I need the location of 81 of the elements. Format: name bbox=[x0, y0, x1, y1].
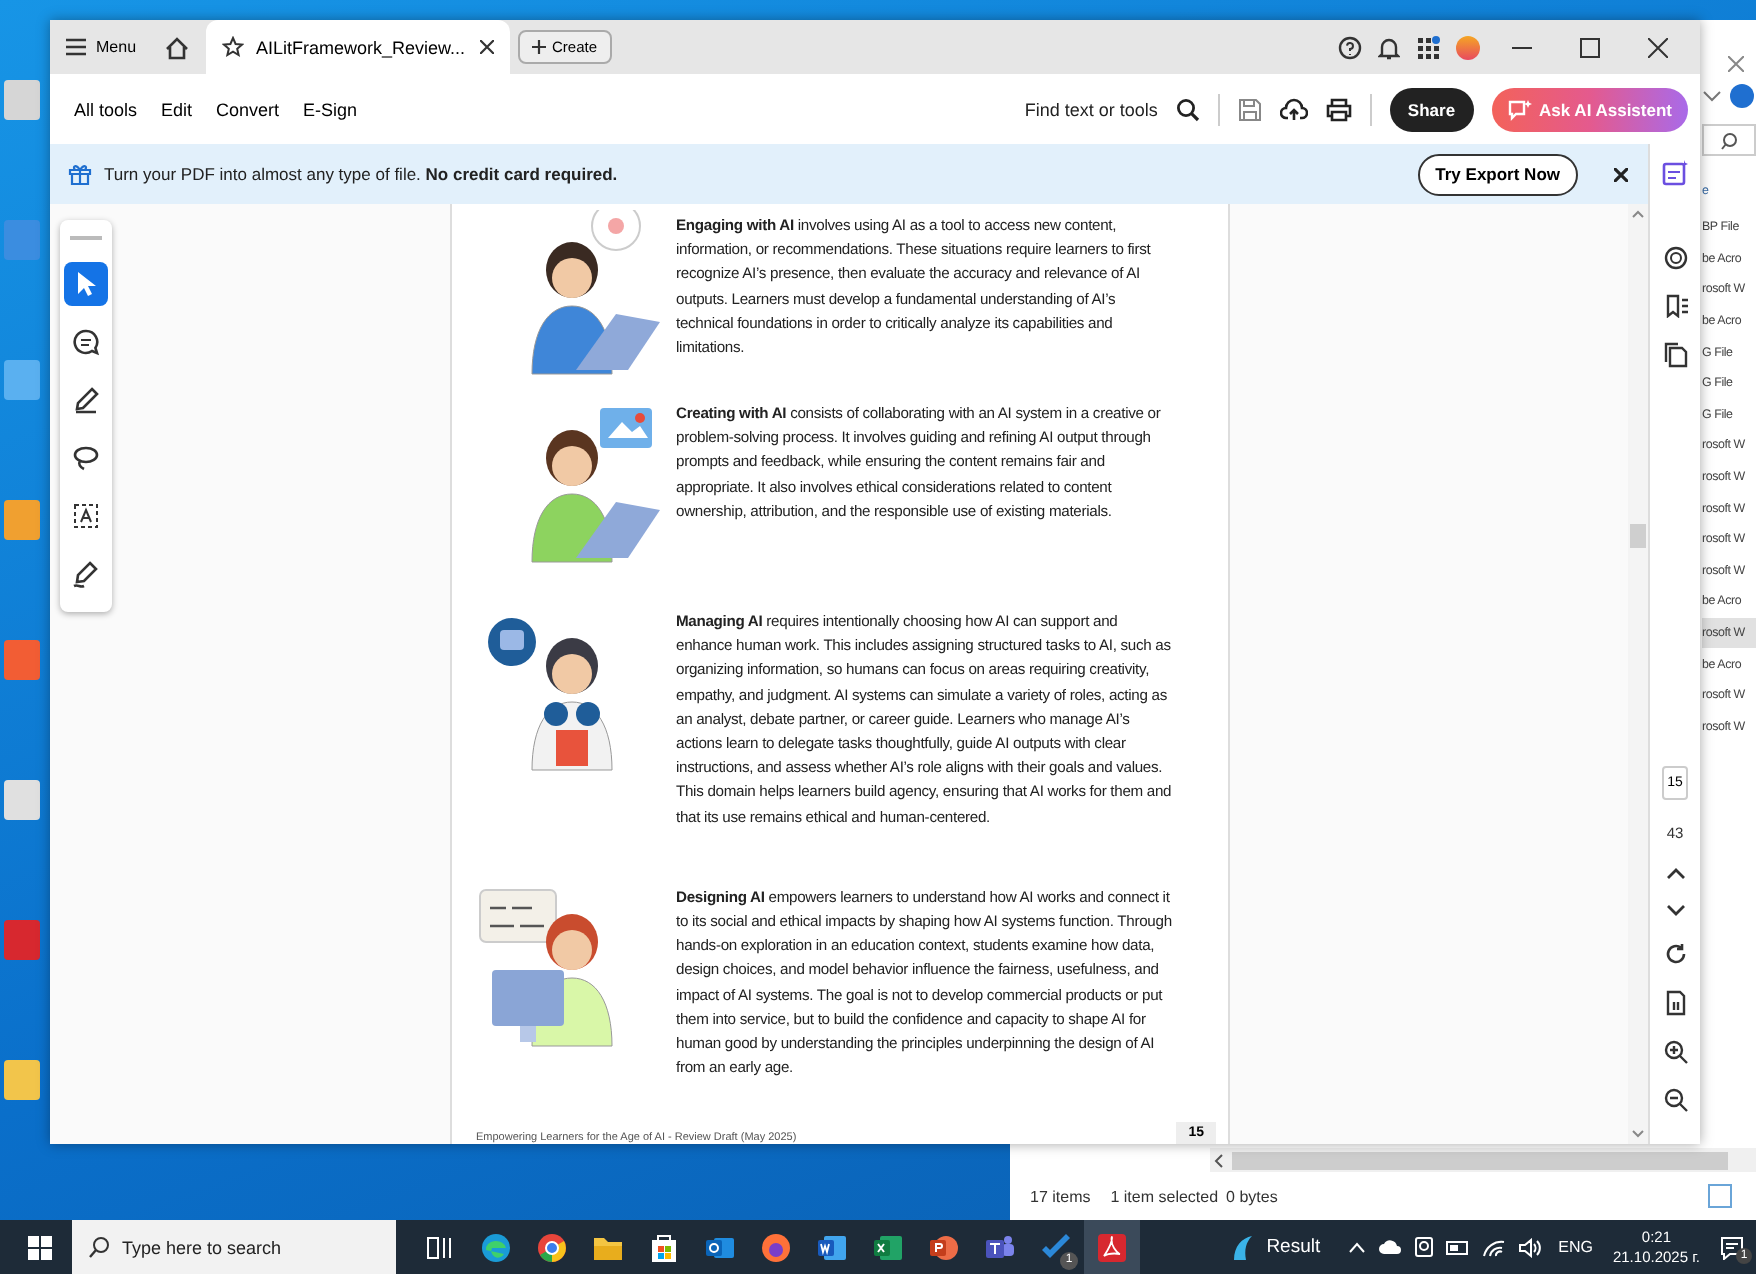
zoom-out-icon[interactable] bbox=[1663, 1088, 1687, 1112]
scrollbar-thumb[interactable] bbox=[1630, 524, 1646, 548]
save-icon[interactable] bbox=[1237, 97, 1262, 121]
chevron-left-icon bbox=[1214, 1153, 1224, 1167]
item-count: 17 items bbox=[1030, 1187, 1091, 1205]
zoom-in-icon[interactable] bbox=[1663, 1040, 1687, 1064]
ai-summary-icon[interactable] bbox=[1662, 160, 1688, 186]
scrollbar-thumb[interactable] bbox=[1232, 1151, 1728, 1169]
banner-message: Turn your PDF into almost any type of file. No credit card required. bbox=[104, 164, 618, 184]
presentation-app-icon[interactable] bbox=[928, 1231, 960, 1263]
share-button[interactable]: Share bbox=[1389, 87, 1474, 131]
home-icon[interactable] bbox=[164, 35, 191, 59]
chevron-up-icon[interactable] bbox=[1665, 866, 1685, 880]
windows-logo-icon[interactable] bbox=[28, 1235, 52, 1259]
weather-label[interactable]: Result bbox=[1266, 1236, 1321, 1258]
chevron-down-icon bbox=[1632, 1130, 1644, 1138]
find-text-label[interactable]: Find text or tools bbox=[1024, 99, 1158, 119]
close-icon bbox=[480, 40, 495, 54]
checkmark-icon[interactable] bbox=[1040, 1231, 1072, 1263]
search-field[interactable] bbox=[1702, 124, 1756, 156]
bell-icon[interactable] bbox=[1378, 35, 1400, 59]
toolbar-menu-item[interactable]: All tools bbox=[62, 99, 150, 119]
search-field[interactable]: Type here to search bbox=[72, 1220, 396, 1274]
vertical-scrollbar[interactable] bbox=[1628, 204, 1648, 1144]
selection-size: 0 bytes bbox=[1226, 1187, 1278, 1205]
folder-icon[interactable] bbox=[592, 1233, 624, 1261]
close-icon[interactable] bbox=[1614, 167, 1628, 181]
pdf-app-icon[interactable] bbox=[1096, 1231, 1128, 1263]
search-icon[interactable] bbox=[1175, 97, 1200, 121]
pages-icon[interactable] bbox=[1663, 342, 1687, 368]
maximize-icon[interactable] bbox=[1580, 37, 1600, 57]
pointer-icon[interactable] bbox=[74, 270, 98, 298]
wifi-icon[interactable] bbox=[1482, 1237, 1507, 1257]
browser-icon[interactable] bbox=[536, 1231, 568, 1263]
battery-icon[interactable] bbox=[1446, 1239, 1471, 1255]
text-box-icon[interactable] bbox=[72, 502, 100, 530]
pen-icon[interactable] bbox=[72, 386, 100, 414]
chat-sparkle-icon bbox=[1507, 97, 1532, 121]
comment-icon[interactable] bbox=[72, 328, 100, 356]
device-icon[interactable] bbox=[1414, 1236, 1435, 1258]
menu-button[interactable]: Menu bbox=[66, 38, 137, 56]
spreadsheet-app-icon[interactable] bbox=[872, 1231, 904, 1263]
signature-pen-icon[interactable] bbox=[72, 560, 100, 588]
print-icon[interactable] bbox=[1325, 97, 1352, 121]
people-app-icon[interactable] bbox=[984, 1231, 1016, 1263]
speaker-icon[interactable] bbox=[1518, 1237, 1543, 1257]
weather-icon[interactable] bbox=[1230, 1233, 1255, 1261]
toolbar-menu-item[interactable]: E-Sign bbox=[291, 99, 370, 119]
bookmark-icon[interactable] bbox=[1663, 294, 1687, 318]
details-view-button[interactable] bbox=[1708, 1184, 1732, 1208]
document-tab[interactable]: AILitFramework_Review... bbox=[206, 20, 511, 74]
lasso-icon[interactable] bbox=[72, 444, 100, 472]
search-icon bbox=[88, 1236, 110, 1258]
toolbar-menu-item[interactable]: Edit bbox=[149, 99, 205, 119]
task-view-icon[interactable] bbox=[426, 1233, 454, 1261]
gift-icon bbox=[68, 162, 92, 186]
chevron-up-icon bbox=[1632, 210, 1644, 218]
star-icon bbox=[222, 36, 245, 58]
browser-icon[interactable] bbox=[480, 1231, 512, 1263]
menu-icon bbox=[66, 38, 86, 56]
plus-icon bbox=[532, 40, 547, 54]
try-export-button[interactable]: Try Export Now bbox=[1417, 153, 1578, 195]
rotate-icon[interactable] bbox=[1663, 942, 1687, 966]
help-icon[interactable] bbox=[1338, 35, 1362, 59]
chevron-down-icon[interactable] bbox=[1665, 904, 1685, 918]
search-icon[interactable] bbox=[1720, 131, 1738, 149]
fit-page-icon[interactable] bbox=[1663, 990, 1687, 1016]
profile-avatar[interactable] bbox=[1456, 35, 1480, 59]
horizontal-scrollbar[interactable] bbox=[1210, 1148, 1756, 1172]
taskbar-app-button[interactable] bbox=[1084, 1220, 1140, 1274]
notification-icon[interactable] bbox=[1720, 1235, 1744, 1259]
cloud-upload-icon[interactable] bbox=[1279, 97, 1308, 121]
selection-status: 1 item selected bbox=[1110, 1187, 1219, 1205]
language-indicator[interactable]: ENG bbox=[1558, 1238, 1593, 1256]
shopping-bag-icon[interactable] bbox=[650, 1231, 678, 1263]
apps-grid-icon[interactable] bbox=[1416, 35, 1440, 59]
close-icon[interactable] bbox=[1648, 37, 1668, 57]
toolbar-menu-item[interactable]: Convert bbox=[204, 99, 292, 119]
document-app-icon[interactable] bbox=[816, 1231, 848, 1263]
cloud-icon[interactable] bbox=[1378, 1238, 1403, 1256]
help-icon[interactable] bbox=[1730, 84, 1754, 108]
